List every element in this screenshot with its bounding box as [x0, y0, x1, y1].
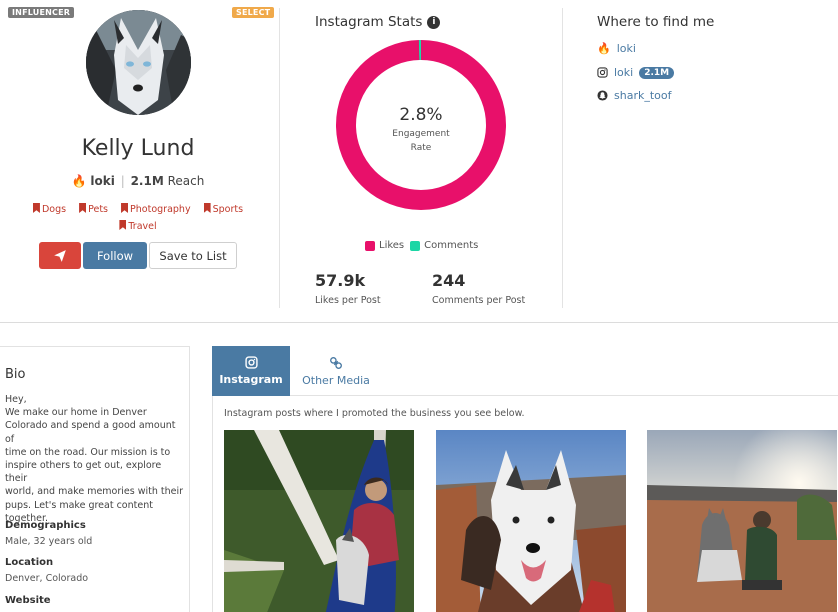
engagement-rate-label: Engagement Rate: [336, 127, 506, 155]
send-message-button[interactable]: [39, 242, 81, 269]
save-to-list-button[interactable]: Save to List: [149, 242, 237, 269]
bio-text: Hey, We make our home in Denver Colorado…: [5, 394, 184, 524]
column-divider: [279, 8, 280, 308]
location-value: Denver, Colorado: [5, 573, 89, 584]
legend-likes[interactable]: Likes: [365, 240, 404, 251]
legend-label: Likes: [379, 240, 405, 251]
fire-icon: 🔥: [597, 42, 611, 55]
tag-label: Pets: [88, 204, 108, 215]
promo-caption: Instagram posts where I promoted the bus…: [224, 408, 525, 419]
location-title: Location: [5, 557, 54, 568]
bookmark-icon: [32, 203, 40, 213]
engagement-rate-value: 2.8%: [399, 105, 443, 125]
bio-title: Bio: [5, 367, 26, 382]
social-link-label: loki: [614, 66, 634, 79]
profile-handle: loki: [90, 174, 115, 188]
tab-other-media[interactable]: Other Media: [297, 346, 375, 396]
engagement-label-line2: Rate: [410, 143, 432, 153]
website-title: Website: [5, 595, 51, 606]
tab-label: Other Media: [302, 373, 370, 387]
link-icon: [330, 356, 342, 369]
paper-plane-icon: [54, 249, 66, 262]
tag-label: Photography: [130, 204, 191, 215]
tab-instagram[interactable]: Instagram: [212, 346, 290, 396]
bookmark-icon: [119, 220, 127, 230]
category-tags: Dogs Pets Photography Sports Travel: [20, 201, 256, 235]
select-badge: SELECT: [232, 7, 275, 18]
tag-pets[interactable]: Pets: [79, 201, 108, 218]
avatar-husky-image: [86, 10, 191, 115]
instagram-icon: [244, 356, 258, 369]
post-image: [436, 430, 626, 612]
snapchat-icon: [597, 90, 608, 101]
follow-button[interactable]: Follow: [83, 242, 147, 269]
tab-label: Instagram: [219, 373, 283, 386]
column-divider: [562, 8, 563, 308]
tag-travel[interactable]: Travel: [119, 218, 157, 235]
legend-comments[interactable]: Comments: [410, 240, 478, 251]
instagram-post-sunset[interactable]: [647, 430, 837, 612]
demographics-title: Demographics: [5, 520, 86, 531]
engagement-label-line1: Engagement: [392, 129, 450, 139]
social-link-instagram[interactable]: loki 2.1M: [597, 66, 675, 79]
demographics-value: Male, 32 years old: [5, 536, 93, 547]
social-link-label: shark_toof: [614, 89, 672, 102]
influencer-badge: INFLUENCER: [8, 7, 75, 18]
post-image: [647, 430, 837, 612]
tag-label: Travel: [128, 221, 157, 232]
legend-swatch: [410, 240, 421, 251]
stats-title-text: Instagram Stats: [315, 14, 423, 30]
avatar: [86, 10, 191, 115]
reach-summary: 🔥 loki | 2.1M Reach: [0, 174, 276, 188]
instagram-post-hammock[interactable]: [224, 430, 414, 612]
follower-count-badge: 2.1M: [639, 66, 675, 79]
tag-dogs[interactable]: Dogs: [32, 201, 67, 218]
social-link-snapchat[interactable]: shark_toof: [597, 89, 671, 102]
tag-label: Dogs: [41, 204, 67, 215]
bookmark-icon: [203, 203, 211, 213]
bookmark-icon: [79, 203, 87, 213]
reach-label: Reach: [167, 174, 205, 188]
instagram-post-canyon[interactable]: [436, 430, 626, 612]
info-icon[interactable]: i: [427, 15, 441, 29]
likes-per-post-value: 57.9k: [315, 271, 366, 290]
profile-name: Kelly Lund: [81, 136, 195, 161]
tag-label: Sports: [212, 204, 244, 215]
instagram-stats-title: Instagram Stats i: [315, 14, 441, 30]
tag-sports[interactable]: Sports: [203, 201, 244, 218]
chart-legend: Likes Comments: [365, 240, 484, 251]
post-image: [224, 430, 414, 612]
comments-per-post-label: Comments per Post: [432, 295, 526, 306]
where-to-find-title: Where to find me: [597, 14, 715, 30]
legend-label: Comments: [424, 240, 479, 251]
fire-icon: 🔥: [71, 174, 87, 188]
comments-per-post-value: 244: [432, 271, 466, 290]
likes-per-post-label: Likes per Post: [315, 295, 381, 306]
legend-swatch: [365, 240, 375, 251]
reach-value: 2.1M: [130, 174, 164, 188]
engagement-rate: 2.8% Engagement Rate: [336, 105, 506, 155]
social-link-label: loki: [616, 42, 636, 55]
social-link-fire[interactable]: 🔥 loki: [597, 42, 636, 55]
instagram-icon: [597, 67, 608, 78]
divider: |: [120, 174, 125, 188]
bookmark-icon: [121, 203, 129, 213]
tag-photography[interactable]: Photography: [121, 201, 191, 218]
